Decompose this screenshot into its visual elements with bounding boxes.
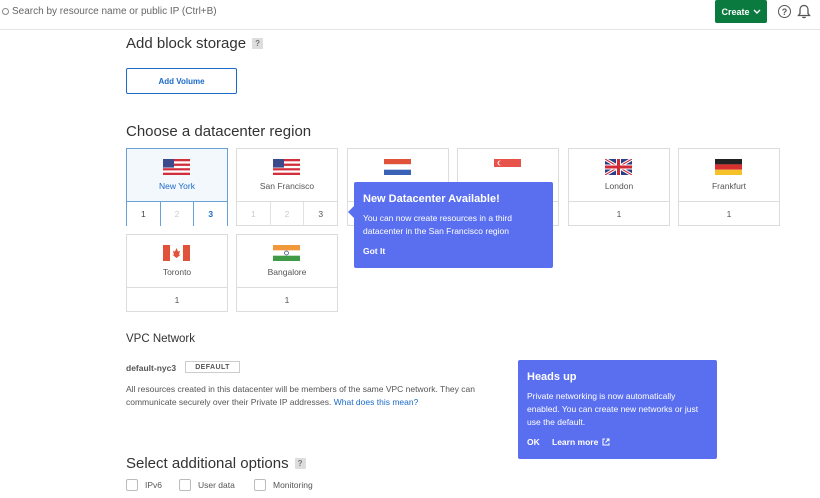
datacenter-number-option[interactable]: 2 bbox=[161, 202, 195, 226]
vpc-name: default-nyc3 bbox=[126, 363, 177, 373]
us-flag-icon bbox=[163, 159, 190, 175]
heads-up-tooltip: Heads up Private networking is now autom… bbox=[518, 360, 717, 459]
datacenter-heading: Choose a datacenter region bbox=[126, 123, 311, 140]
datacenter-number-option[interactable]: 1 bbox=[237, 202, 271, 226]
datacenter-name: Toronto bbox=[162, 267, 192, 277]
datacenter-card-bangalore[interactable]: Bangalore 1 bbox=[236, 234, 338, 312]
block-storage-help-icon[interactable]: ? bbox=[252, 38, 264, 49]
block-storage-heading: Add block storage ? bbox=[126, 35, 264, 52]
option-user-data[interactable]: User data bbox=[179, 479, 235, 491]
option-ipv6[interactable]: IPv6 bbox=[126, 479, 162, 491]
top-bar: Search by resource name or public IP (Ct… bbox=[0, 0, 820, 30]
datacenter-name: Frankfurt bbox=[711, 181, 746, 191]
datacenter-name: New York bbox=[159, 181, 195, 191]
learn-more-link[interactable]: Learn more bbox=[552, 437, 610, 447]
option-label: User data bbox=[198, 480, 235, 490]
additional-options-heading: Select additional options ? bbox=[126, 455, 306, 472]
datacenter-number-option[interactable]: 1 bbox=[679, 202, 779, 226]
option-label: Monitoring bbox=[273, 480, 313, 490]
chevron-down-icon bbox=[753, 9, 760, 14]
option-monitoring[interactable]: Monitoring bbox=[254, 479, 313, 491]
heads-up-title: Heads up bbox=[527, 371, 577, 383]
heads-up-body: Private networking is now automatically … bbox=[527, 391, 699, 427]
datacenter-number-option[interactable]: 1 bbox=[569, 202, 669, 226]
de-flag-icon bbox=[715, 159, 742, 175]
ipv6-checkbox[interactable] bbox=[126, 479, 138, 491]
sg-flag-icon bbox=[494, 159, 521, 175]
external-link-icon bbox=[602, 438, 610, 446]
additional-options-title: Select additional options bbox=[126, 455, 289, 472]
nl-flag-icon bbox=[384, 159, 411, 175]
tooltip-body: You can now create resources in a third … bbox=[363, 213, 512, 236]
new-datacenter-tooltip: New Datacenter Available! You can now cr… bbox=[348, 182, 553, 268]
create-label: Create bbox=[721, 6, 750, 17]
vpc-help-link[interactable]: What does this mean? bbox=[334, 397, 419, 407]
search-icon bbox=[2, 8, 9, 15]
datacenter-number-option[interactable]: 1 bbox=[237, 288, 337, 312]
got-it-button[interactable]: Got It bbox=[363, 246, 385, 256]
help-icon[interactable]: ? bbox=[778, 5, 791, 18]
datacenter-number-option[interactable]: 3 bbox=[304, 202, 337, 226]
user-data-checkbox[interactable] bbox=[179, 479, 191, 491]
option-label: IPv6 bbox=[145, 480, 163, 490]
block-storage-title: Add block storage bbox=[126, 35, 247, 52]
datacenter-number-option[interactable]: 1 bbox=[127, 202, 161, 226]
datacenter-card-frankfurt[interactable]: Frankfurt 1 bbox=[678, 148, 780, 226]
vpc-description-text: All resources created in this datacenter… bbox=[126, 384, 475, 407]
uk-flag-icon bbox=[605, 159, 632, 175]
datacenter-card-toronto[interactable]: Toronto 1 bbox=[126, 234, 228, 312]
add-volume-button[interactable]: Add Volume bbox=[126, 68, 237, 94]
learn-more-label: Learn more bbox=[552, 437, 599, 447]
datacenter-number-option[interactable]: 1 bbox=[127, 288, 227, 312]
us-flag-icon bbox=[273, 159, 300, 175]
vpc-network-title: VPC Network bbox=[126, 333, 196, 345]
datacenter-title: Choose a datacenter region bbox=[126, 123, 312, 140]
monitoring-checkbox[interactable] bbox=[254, 479, 266, 491]
datacenter-name: San Francisco bbox=[259, 181, 315, 191]
in-flag-icon bbox=[273, 245, 300, 261]
search-bar[interactable]: Search by resource name or public IP (Ct… bbox=[2, 6, 217, 17]
datacenter-card-london[interactable]: London 1 bbox=[568, 148, 670, 226]
tooltip-title: New Datacenter Available! bbox=[363, 193, 500, 205]
vpc-default-badge: DEFAULT bbox=[185, 361, 240, 373]
datacenter-card-new-york[interactable]: New York 1 2 3 bbox=[126, 148, 228, 226]
additional-options-help-icon[interactable]: ? bbox=[294, 458, 306, 469]
datacenter-number-option[interactable]: 2 bbox=[271, 202, 305, 226]
search-input[interactable]: Search by resource name or public IP (Ct… bbox=[12, 6, 217, 17]
ca-flag-icon bbox=[163, 245, 190, 261]
datacenter-card-san-francisco[interactable]: San Francisco 1 2 3 bbox=[236, 148, 338, 226]
datacenter-name: Bangalore bbox=[267, 267, 307, 277]
vpc-description: All resources created in this datacenter… bbox=[126, 383, 498, 409]
datacenter-name: London bbox=[604, 181, 634, 191]
bell-icon[interactable] bbox=[797, 4, 811, 19]
create-button[interactable]: Create bbox=[715, 0, 767, 23]
ok-button[interactable]: OK bbox=[527, 437, 540, 447]
datacenter-number-option[interactable]: 3 bbox=[194, 202, 227, 226]
